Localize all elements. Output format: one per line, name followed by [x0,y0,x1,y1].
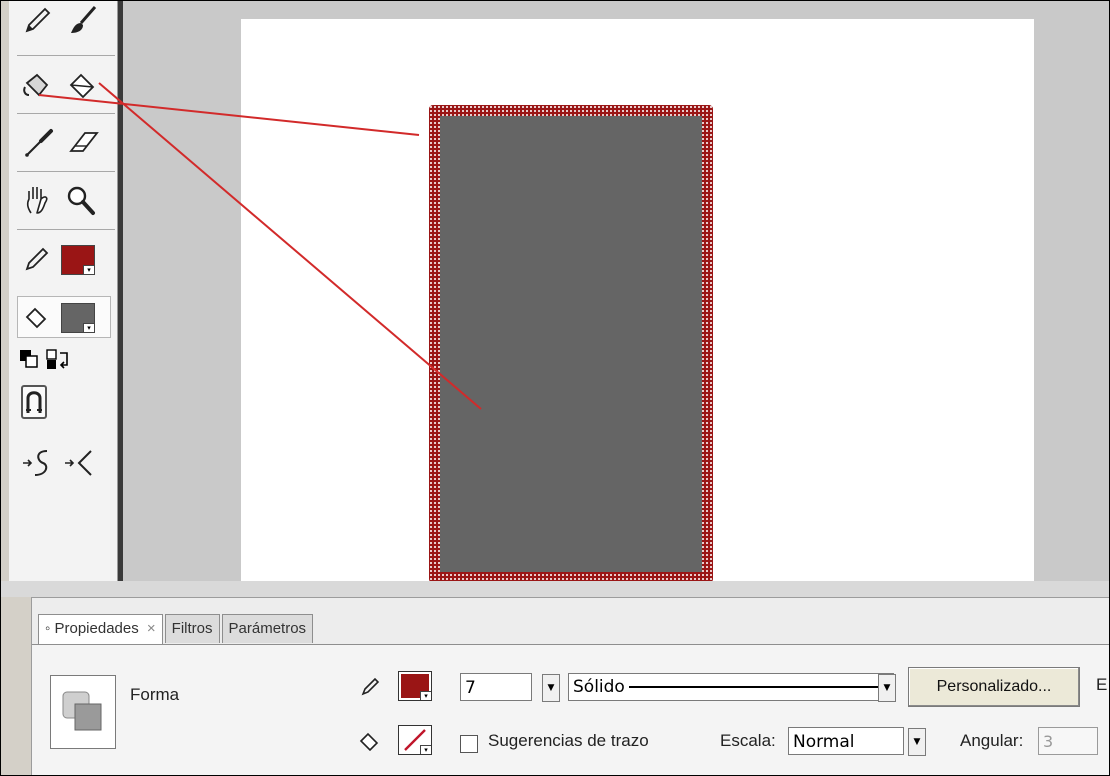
eyedropper-icon[interactable] [21,125,57,159]
cap-label-partial: E [1096,675,1108,694]
stroke-style-value: Sólido [573,677,625,697]
toolbox-separator [17,55,115,56]
chevron-down-icon: ▾ [420,745,431,754]
pencil-icon [23,241,51,275]
tab-filtros[interactable]: Filtros [164,614,220,643]
tab-parametros[interactable]: Parámetros [221,614,314,643]
chevron-down-icon[interactable]: ▼ [908,728,926,756]
pencil-icon[interactable] [19,3,55,37]
flash-editor-window: ▾ ▾ ◦ Propiedades × Filtros Parámetros F… [0,0,1110,776]
toolbox-separator [17,171,115,172]
magnifier-icon[interactable] [63,183,99,217]
stroke-height-input[interactable]: 7 [460,673,532,701]
scale-label: Escala: [720,731,776,750]
stroke-style-preview [628,686,887,688]
angle-label: Angular: [960,731,1024,750]
fill-color-swatch[interactable]: ▾ [61,303,95,333]
smooth-icon[interactable] [21,445,57,479]
shape-type-label: Forma [130,685,180,704]
chevron-down-icon: ▾ [420,691,431,700]
rectangle-stroke-selection [429,105,713,583]
tab-label: Propiedades [54,620,139,637]
stroke-hinting-label: Sugerencias de trazo [488,731,649,750]
swap-icon[interactable] [45,347,71,371]
close-icon[interactable]: × [147,620,156,637]
ink-bottle-icon[interactable] [21,67,57,101]
paint-bucket-icon [358,729,380,752]
panel-top-strip [1,581,1109,597]
magnet-icon[interactable] [21,385,47,419]
brush-icon[interactable] [65,3,101,37]
toolbox-separator [17,229,115,230]
tab-propiedades[interactable]: ◦ Propiedades × [38,614,163,644]
toolbox: ▾ ▾ [9,1,118,581]
stroke-color-swatch[interactable]: ▾ [61,245,95,275]
fill-color-picker[interactable]: ▾ [398,725,432,755]
stroke-hinting-checkbox[interactable] [460,735,478,753]
panel-body: Forma ▾ 7 ▼ Sólido ▼ Personalizado... E [32,644,1109,775]
chevron-down-icon: ▾ [83,265,94,274]
angle-input[interactable]: 3 [1038,727,1098,755]
pencil-icon [360,675,382,697]
toolbox-separator [17,113,115,114]
scale-select[interactable]: Normal [788,727,904,755]
chevron-down-icon[interactable]: ▼ [878,674,896,702]
paint-bucket-icon[interactable] [63,67,99,101]
stroke-color-picker[interactable]: ▾ [398,671,432,701]
shape-thumbnail-icon [50,675,116,749]
tab-marker: ◦ [45,620,51,637]
tab-label: Filtros [171,620,213,637]
panel-tabs: ◦ Propiedades × Filtros Parámetros [38,614,315,644]
chevron-down-icon: ▾ [83,323,94,332]
chevron-down-icon[interactable]: ▼ [542,674,560,702]
black-white-icon[interactable] [17,347,41,371]
paint-bucket-icon [21,299,51,333]
eraser-icon[interactable] [65,125,101,159]
tab-label: Parámetros [228,620,307,637]
straighten-icon[interactable] [63,445,99,479]
custom-stroke-button[interactable]: Personalizado... [908,667,1080,707]
properties-panel: ◦ Propiedades × Filtros Parámetros Forma [31,597,1109,775]
hand-icon[interactable] [21,183,57,217]
stroke-style-select[interactable]: Sólido [568,673,894,701]
